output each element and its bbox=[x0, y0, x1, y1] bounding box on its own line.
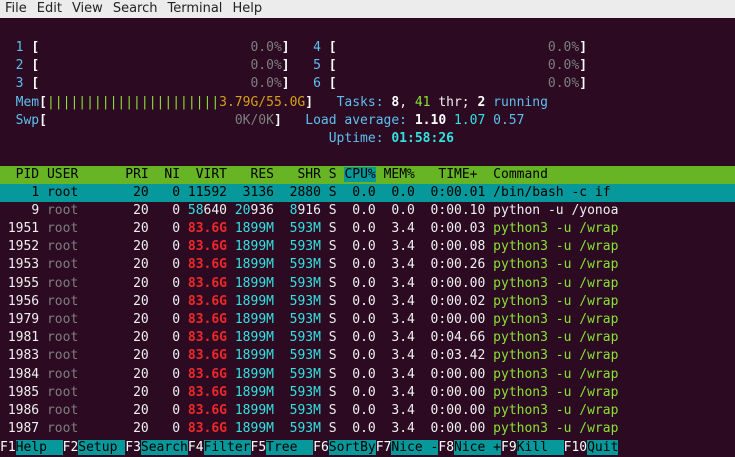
mem-bar: |||||||||||||||||||||| bbox=[46, 94, 220, 110]
menu-view[interactable]: View bbox=[67, 0, 108, 18]
fkey-help[interactable]: F1Help bbox=[0, 438, 63, 457]
fkey-tree[interactable]: F5Tree bbox=[250, 438, 314, 457]
table-row[interactable]: 1956 root 20 0 83.6G 1899M 593M S 0.0 3.… bbox=[0, 293, 735, 311]
uptime-row: Uptime: 01:58:26 bbox=[328, 131, 454, 146]
menu-terminal[interactable]: Terminal bbox=[162, 0, 227, 18]
fkey-filter[interactable]: F4Filter bbox=[187, 438, 251, 457]
table-row[interactable]: 1986 root 20 0 83.6G 1899M 593M S 0.0 3.… bbox=[0, 402, 735, 420]
table-row[interactable]: 1981 root 20 0 83.6G 1899M 593M S 0.0 3.… bbox=[0, 329, 735, 347]
table-row[interactable]: 9 root 20 0 58640 20936 8916 S 0.0 0.0 0… bbox=[0, 202, 735, 220]
fkey-nice-plus[interactable]: F8Nice + bbox=[438, 438, 501, 457]
table-row[interactable]: 1953 root 20 0 83.6G 1899M 593M S 0.0 3.… bbox=[0, 256, 735, 274]
fkey-quit[interactable]: F10Quit bbox=[563, 438, 619, 457]
menu-help[interactable]: Help bbox=[227, 0, 267, 18]
menu-search[interactable]: Search bbox=[108, 0, 163, 18]
table-row[interactable]: 1955 root 20 0 83.6G 1899M 593M S 0.0 3.… bbox=[0, 275, 735, 293]
fkey-nice-minus[interactable]: F7Nice - bbox=[375, 438, 439, 457]
fkey-kill[interactable]: F9Kill bbox=[501, 438, 564, 457]
cpu-meter-row-2: 2 [ 0.0%] 5 [ 0.0%] bbox=[15, 58, 588, 74]
cpu-meter-row-3: 3 [ 0.0%] 6 [ 0.0%] bbox=[15, 76, 588, 92]
menu-edit[interactable]: Edit bbox=[32, 0, 67, 18]
cpu-meter-row-1: 1 [ 0.0%] 4 [ 0.0%] bbox=[15, 40, 588, 55]
menu-file[interactable]: File bbox=[0, 0, 32, 18]
table-row[interactable]: 1979 root 20 0 83.6G 1899M 593M S 0.0 3.… bbox=[0, 311, 735, 329]
swp-meter-row: Swp[ 0K/0K] Load average: 1.10 1.07 0.57 bbox=[15, 112, 525, 128]
table-row-selected[interactable]: 1 root 20 0 11592 3136 2880 S 0.0 0.0 0:… bbox=[0, 183, 735, 202]
table-row[interactable]: 1952 root 20 0 83.6G 1899M 593M S 0.0 3.… bbox=[0, 238, 735, 256]
table-row[interactable]: 1985 root 20 0 83.6G 1899M 593M S 0.0 3.… bbox=[0, 384, 735, 402]
fkey-setup[interactable]: F2Setup bbox=[62, 438, 126, 457]
table-row[interactable]: 1951 root 20 0 83.6G 1899M 593M S 0.0 3.… bbox=[0, 220, 735, 238]
process-table-header[interactable]: PID USER PRI NI VIRT RES SHR S CPU% MEM%… bbox=[0, 165, 735, 184]
fkey-search[interactable]: F3Search bbox=[125, 438, 188, 457]
function-key-bar: F1Help F2Setup F3Search F4Filter F5Tree … bbox=[0, 438, 735, 457]
process-list: 9 root 20 0 58640 20936 8916 S 0.0 0.0 0… bbox=[0, 202, 735, 438]
fkey-sortby[interactable]: F6SortBy bbox=[313, 438, 376, 457]
terminal-window: File Edit View Search Terminal Help 1 [ … bbox=[0, 0, 735, 457]
sorted-column-cpu: CPU% bbox=[344, 166, 376, 182]
table-row[interactable]: 1987 root 20 0 83.6G 1899M 593M S 0.0 3.… bbox=[0, 420, 735, 438]
table-row[interactable]: 1984 root 20 0 83.6G 1899M 593M S 0.0 3.… bbox=[0, 366, 735, 384]
table-row[interactable]: 1983 root 20 0 83.6G 1899M 593M S 0.0 3.… bbox=[0, 347, 735, 365]
menu-bar: File Edit View Search Terminal Help bbox=[0, 0, 735, 18]
mem-meter-row: Mem[||||||||||||||||||||||3.79G/55.0G] T… bbox=[15, 94, 548, 110]
